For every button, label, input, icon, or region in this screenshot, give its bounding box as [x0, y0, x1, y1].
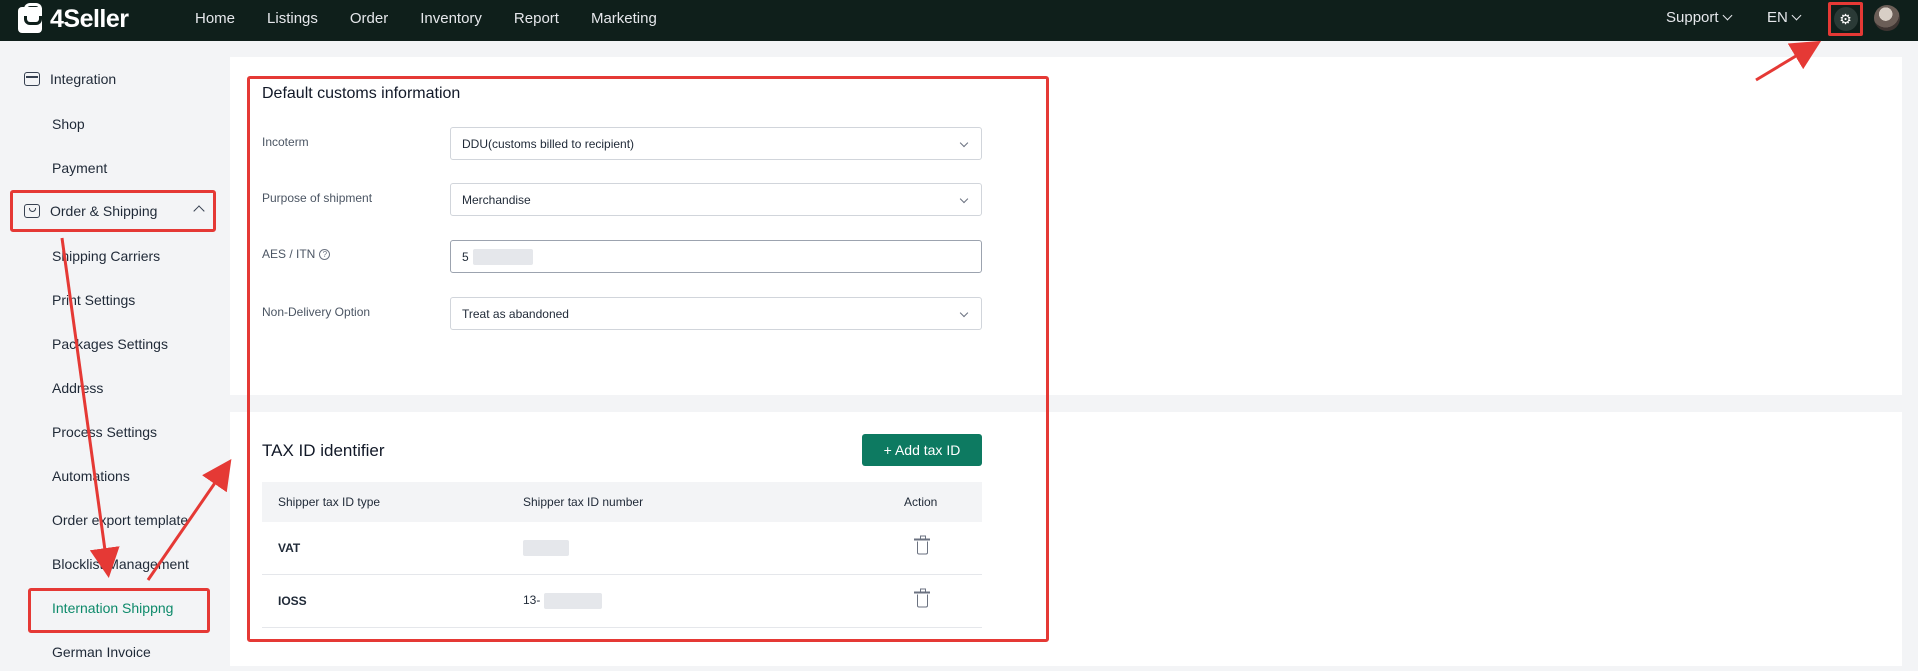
- sidebar-item-shipping-carriers[interactable]: Shipping Carriers: [52, 248, 160, 264]
- support-label: Support: [1666, 9, 1719, 26]
- sidebar-item-label: Integration: [50, 71, 117, 87]
- sidebar-item-german-invoice[interactable]: German Invoice: [52, 644, 151, 660]
- support-menu[interactable]: Support: [1666, 9, 1732, 26]
- sidebar-item-payment[interactable]: Payment: [52, 160, 107, 176]
- logo-bag-icon: [18, 2, 42, 33]
- gear-icon[interactable]: ⚙: [1833, 7, 1858, 31]
- main-nav: Home Listings Order Inventory Report Mar…: [195, 0, 689, 36]
- internation-shipping-highlight: [28, 588, 210, 633]
- order-shipping-highlight: [10, 190, 216, 232]
- logo-text: 4Seller: [50, 5, 129, 33]
- sidebar-item-packages-settings[interactable]: Packages Settings: [52, 336, 168, 352]
- settings-highlight: ⚙: [1828, 2, 1863, 36]
- sidebar-item-process-settings[interactable]: Process Settings: [52, 424, 157, 440]
- integration-icon: [24, 72, 40, 86]
- nav-listings[interactable]: Listings: [267, 10, 318, 27]
- avatar[interactable]: [1874, 5, 1900, 31]
- sidebar-item-address[interactable]: Address: [52, 380, 103, 396]
- sidebar-item-print-settings[interactable]: Print Settings: [52, 292, 135, 308]
- chevron-down-icon: [1791, 10, 1802, 21]
- sidebar: [0, 41, 218, 671]
- nav-report[interactable]: Report: [514, 10, 559, 27]
- logo[interactable]: 4Seller: [18, 2, 129, 34]
- nav-order[interactable]: Order: [350, 10, 388, 27]
- content-highlight: [247, 76, 1049, 642]
- language-label: EN: [1767, 9, 1788, 26]
- sidebar-item-automations[interactable]: Automations: [52, 468, 130, 484]
- sidebar-item-shop[interactable]: Shop: [52, 116, 85, 132]
- sidebar-item-integration[interactable]: Integration: [24, 71, 116, 87]
- sidebar-item-blocklist-management[interactable]: Blocklist Management: [52, 556, 189, 572]
- sidebar-item-order-export-template[interactable]: Order export template: [52, 512, 188, 528]
- nav-inventory[interactable]: Inventory: [420, 10, 482, 27]
- top-navbar: 4Seller Home Listings Order Inventory Re…: [0, 0, 1918, 41]
- nav-marketing[interactable]: Marketing: [591, 10, 657, 27]
- chevron-down-icon: [1722, 10, 1732, 21]
- nav-home[interactable]: Home: [195, 10, 235, 27]
- language-menu[interactable]: EN: [1767, 9, 1802, 26]
